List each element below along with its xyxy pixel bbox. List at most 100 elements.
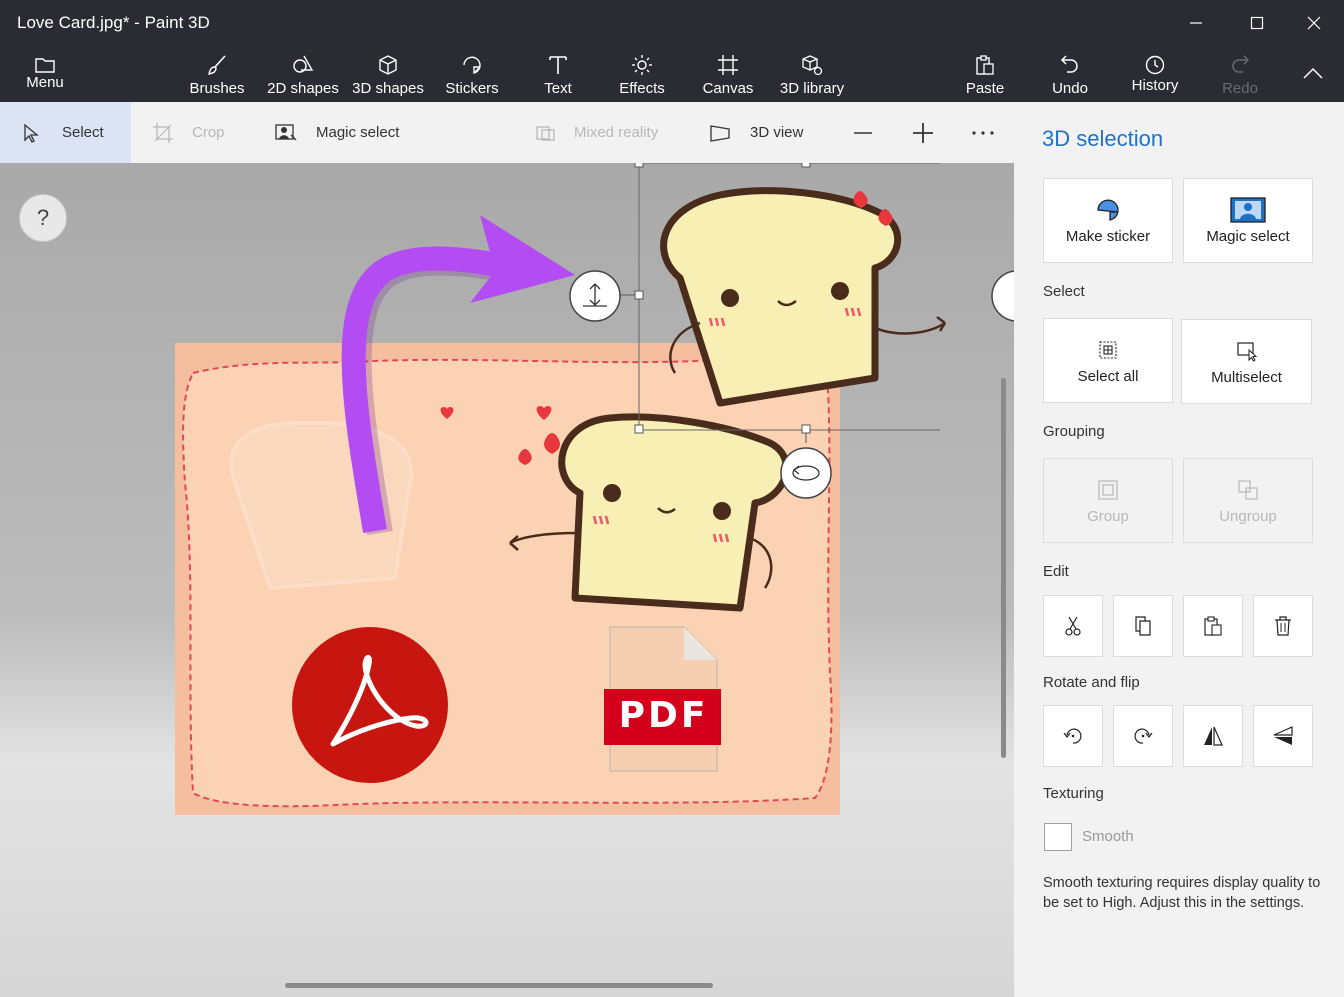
trash-icon	[1275, 616, 1291, 636]
help-button[interactable]: ?	[19, 194, 67, 242]
main-toolbar: Menu Brushes 2D shapes 3D shapes Sticker…	[0, 46, 1344, 102]
text-label: Text	[544, 80, 572, 97]
group-icon	[1098, 480, 1118, 500]
ungroup-button[interactable]: Ungroup	[1183, 458, 1313, 543]
2d-shapes-label: 2D shapes	[267, 80, 339, 97]
zoom-in-button[interactable]	[911, 102, 935, 163]
group-button[interactable]: Group	[1043, 458, 1173, 543]
menu-button[interactable]: Menu	[22, 46, 68, 102]
more-options-button[interactable]	[971, 102, 995, 163]
magic-select-tool-label: Magic select	[316, 124, 400, 141]
multiselect-button[interactable]: Multiselect	[1181, 319, 1312, 404]
pdf-label: PDF	[618, 695, 709, 736]
flip-vertical-button[interactable]	[1253, 705, 1313, 767]
multiselect-label: Multiselect	[1211, 369, 1282, 386]
3d-library-icon	[802, 55, 823, 76]
select-all-button[interactable]: Select all	[1043, 318, 1173, 403]
close-icon	[1307, 16, 1321, 30]
sticker-icon	[463, 56, 481, 74]
edit-heading: Edit	[1043, 563, 1069, 580]
cube-icon	[379, 55, 397, 75]
grouping-heading: Grouping	[1043, 423, 1105, 440]
text-button[interactable]: Text	[538, 46, 578, 102]
rotate-left-icon	[1063, 728, 1082, 744]
menu-label: Menu	[26, 74, 64, 91]
magic-select-tool-button[interactable]: Magic select	[274, 102, 399, 163]
crop-tool-label: Crop	[192, 124, 225, 141]
rotate-side-handle-icon[interactable]	[990, 269, 1014, 323]
stickers-label: Stickers	[445, 80, 499, 97]
select-heading: Select	[1043, 283, 1085, 300]
canvas-label: Canvas	[702, 80, 754, 97]
redo-label: Redo	[1222, 80, 1258, 97]
history-label: History	[1131, 77, 1179, 94]
crop-icon	[153, 122, 173, 143]
acrobat-logo[interactable]	[291, 626, 451, 786]
horizontal-scrollbar[interactable]	[285, 983, 713, 988]
collapse-toolbar-button[interactable]	[1300, 46, 1326, 102]
brushes-button[interactable]: Brushes	[186, 46, 248, 102]
copy-icon	[1135, 616, 1151, 636]
select-all-icon	[1099, 341, 1117, 359]
3d-view-button[interactable]: 3D view	[709, 102, 803, 163]
cut-button[interactable]	[1043, 595, 1103, 657]
title-bar: Love Card.jpg* - Paint 3D	[0, 0, 1344, 46]
paste-button[interactable]: Paste	[964, 46, 1006, 102]
effects-button[interactable]: Effects	[617, 46, 667, 102]
canvas-button[interactable]: Canvas	[702, 46, 754, 102]
flip-vertical-icon	[1273, 726, 1293, 745]
smooth-texturing-note: Smooth texturing requires display qualit…	[1043, 875, 1321, 911]
delete-button[interactable]	[1253, 595, 1313, 657]
mixed-reality-button[interactable]: Mixed reality	[535, 102, 658, 163]
rotate-right-button[interactable]	[1113, 705, 1173, 767]
rotate-right-icon	[1134, 728, 1153, 744]
smooth-checkbox[interactable]	[1044, 823, 1072, 851]
minus-icon	[854, 131, 872, 134]
cursor-icon	[24, 123, 39, 143]
make-sticker-button[interactable]: Make sticker	[1043, 178, 1173, 263]
copy-button[interactable]	[1113, 595, 1173, 657]
multiselect-icon	[1236, 342, 1257, 362]
z-depth-handle-icon[interactable]	[568, 269, 622, 323]
magic-select-icon	[275, 123, 297, 141]
close-button[interactable]	[1294, 8, 1334, 38]
crop-tool-button[interactable]: Crop	[152, 102, 225, 163]
rotate-left-button[interactable]	[1043, 705, 1103, 767]
redo-button[interactable]: Redo	[1220, 46, 1260, 102]
paste-panel-button[interactable]	[1183, 595, 1243, 657]
3d-library-button[interactable]: 3D library	[778, 46, 846, 102]
maximize-button[interactable]	[1237, 8, 1277, 38]
undo-label: Undo	[1052, 80, 1088, 97]
minimize-button[interactable]	[1176, 8, 1216, 38]
make-sticker-icon	[1097, 199, 1119, 221]
stickers-button[interactable]: Stickers	[444, 46, 500, 102]
plus-icon	[913, 122, 933, 143]
flip-horizontal-button[interactable]	[1183, 705, 1243, 767]
canvas-area[interactable]: ? PDF	[0, 163, 1014, 997]
paste-label: Paste	[965, 80, 1005, 97]
secondary-toolbar: Select Crop Magic select Mixed reality 3…	[0, 102, 1014, 163]
2d-shapes-icon	[293, 55, 314, 73]
flip-horizontal-icon	[1204, 726, 1223, 746]
text-icon	[549, 56, 567, 74]
magic-select-panel-button[interactable]: Magic select	[1183, 178, 1313, 263]
more-icon	[972, 130, 994, 135]
brush-icon	[208, 55, 226, 75]
paste-icon	[976, 55, 994, 75]
undo-icon	[1060, 55, 1078, 73]
2d-shapes-button[interactable]: 2D shapes	[266, 46, 340, 102]
rotate-handle-icon[interactable]	[779, 446, 833, 500]
redo-icon	[1232, 55, 1250, 73]
select-all-label: Select all	[1077, 368, 1139, 385]
window-title: Love Card.jpg* - Paint 3D	[17, 13, 210, 32]
make-sticker-label: Make sticker	[1065, 228, 1151, 245]
undo-button[interactable]: Undo	[1050, 46, 1090, 102]
maximize-icon	[1250, 16, 1264, 30]
select-tool-button[interactable]: Select	[0, 102, 131, 163]
mixed-reality-label: Mixed reality	[574, 124, 659, 141]
3d-shapes-button[interactable]: 3D shapes	[352, 46, 424, 102]
magic-select-icon	[1230, 197, 1266, 223]
history-button[interactable]: History	[1130, 46, 1180, 102]
vertical-scrollbar[interactable]	[1001, 378, 1006, 758]
zoom-out-button[interactable]	[851, 102, 875, 163]
